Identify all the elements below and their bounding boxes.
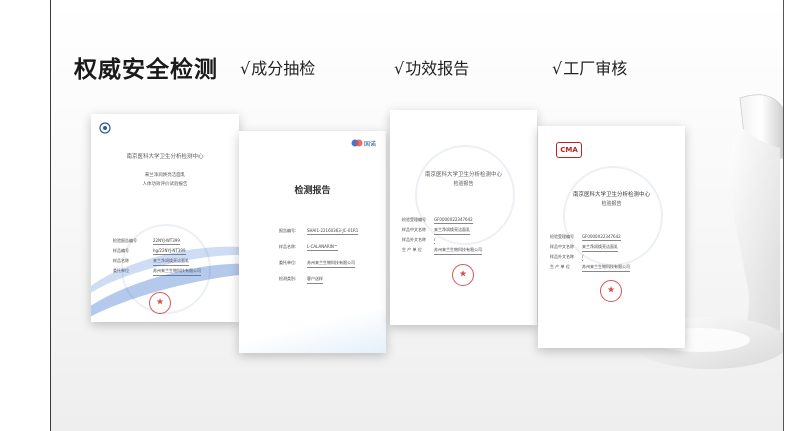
blue-wave-decoration: [239, 311, 386, 353]
official-stamp: [452, 264, 474, 286]
right-frame-line: [783, 0, 784, 431]
doc-row: 样品外文名称 /: [402, 237, 436, 244]
doc-subtitle: 来兰净润焕亮洁面乳: [144, 173, 186, 178]
check-icon: √: [394, 59, 405, 78]
doc-row: 报告编号: SHAI1-22160363-JC-01R1: [279, 228, 359, 235]
doc-title: 检测报告: [294, 186, 331, 196]
doc-row: 检验受理编号 GF0000X22347642: [402, 217, 473, 224]
doc-subtitle: 检验报告: [453, 181, 474, 187]
cma-logo: CMA: [556, 142, 582, 158]
section-heading: 权威安全检测: [74, 57, 218, 83]
doc-row: 样品中文名称 来兰净润焕亮洁面乳: [390, 227, 537, 235]
doc-subtitle: 检验报告: [601, 201, 622, 207]
check-icon: √: [240, 59, 251, 78]
doc-row: 生 产 单 位苏州来兰生物科技有限公司: [538, 264, 685, 272]
report-card-1: 南京医科大学卫生分析检测中心 来兰净润焕亮洁面乳 人体功效评价试验报告 检验报告…: [91, 114, 239, 322]
left-frame-line: [50, 0, 51, 431]
doc-org: 南京医科大学卫生分析检测中心: [126, 154, 204, 160]
check-item-efficacy: √功效报告: [394, 55, 469, 79]
report-card-4: CMA 南京医科大学卫生分析检测中心 检验报告 检验受理编号 GF0000X223…: [538, 126, 685, 348]
doc-org: 南京医科大学卫生分析检测中心: [424, 172, 502, 178]
check-label: 功效报告: [405, 59, 470, 78]
university-logo-icon: [99, 122, 111, 134]
doc-row: 生 产 单 位苏州来兰生物科技有限公司: [390, 247, 537, 255]
check-icon: √: [552, 59, 563, 78]
report-card-2: 国诺 检测报告 报告编号: SHAI1-22160363-JC-01R1 样品名称…: [239, 131, 386, 353]
report-card-3: 南京医科大学卫生分析检测中心 检验报告 检验受理编号 GF0000X2234764…: [390, 110, 537, 325]
check-label: 成分抽检: [251, 59, 316, 78]
doc-row: 样品名称: L-CALANARIN™: [279, 244, 338, 251]
doc-row: 委托单位: 苏州来兰生物科技有限公司: [239, 260, 386, 268]
brand-name: 国诺: [364, 141, 377, 148]
doc-subtitle: 人体功效评价试验报告: [142, 182, 188, 187]
doc-row: 样品外文名称 /: [550, 254, 584, 261]
check-label: 工厂审核: [563, 59, 628, 78]
check-item-ingredient: √成分抽检: [240, 55, 315, 79]
doc-row: 检验报告编号 22NYJ-WT399: [113, 238, 180, 245]
doc-row: 检验受理编号 GF0000X22347642: [550, 234, 621, 241]
doc-row: 样品中文名称 来兰净润焕亮洁面乳: [538, 244, 685, 252]
doc-row: 检测类别: 客户送样: [239, 276, 386, 284]
doc-org: 南京医科大学卫生分析检测中心: [572, 192, 650, 198]
check-item-factory: √工厂审核: [552, 55, 627, 79]
official-stamp: [600, 280, 622, 302]
brand-logo-icon: [351, 139, 363, 147]
